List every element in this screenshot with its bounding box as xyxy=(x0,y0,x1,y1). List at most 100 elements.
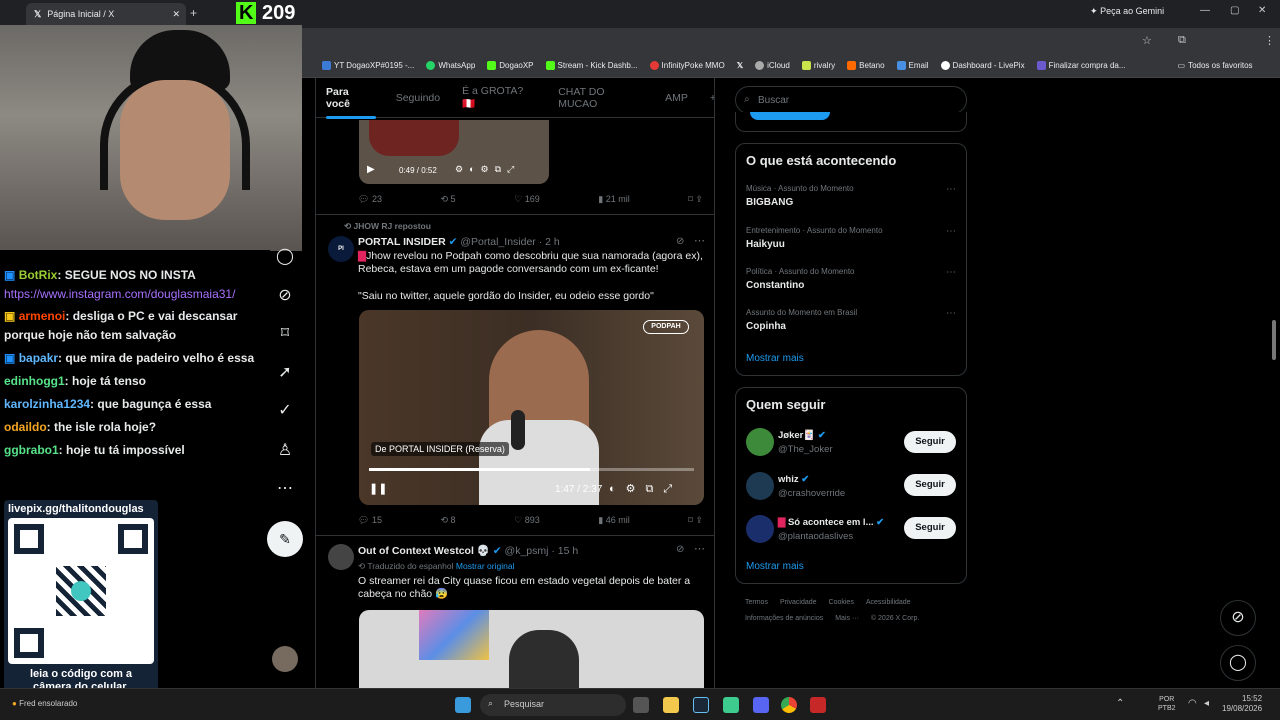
bookmark-nav-icon[interactable]: ⌑ xyxy=(275,323,295,343)
volume-icon[interactable]: ◂ xyxy=(1204,698,1209,709)
reply-button[interactable]: 💬︎ 23 xyxy=(358,194,382,205)
search-input[interactable]: ⌕ Buscar xyxy=(735,86,967,114)
footer-more[interactable]: Mais ··· xyxy=(835,615,859,622)
clock[interactable]: 15:52 19/08/2026 xyxy=(1222,694,1262,714)
bookmark-button[interactable]: ⌑ ⇪ xyxy=(688,194,703,205)
page-scrollbar[interactable] xyxy=(1272,320,1276,360)
grok-fab[interactable]: ⊘ xyxy=(1220,600,1256,636)
bookmark-item[interactable]: Finalizar compra da... xyxy=(1036,61,1126,70)
retweet-button[interactable]: ⟲ 8 xyxy=(441,515,456,526)
close-window-icon[interactable]: ✕ xyxy=(1258,5,1266,16)
video-progress-bar[interactable] xyxy=(369,468,694,471)
pause-icon[interactable]: ❚❚ xyxy=(369,482,387,495)
account-avatar[interactable] xyxy=(272,646,298,672)
bookmark-item[interactable]: Dashboard - LivePix xyxy=(940,61,1025,70)
file-explorer-icon[interactable] xyxy=(663,697,679,713)
star-icon[interactable]: ☆ xyxy=(1142,34,1152,47)
tab-community-amp[interactable]: AMP xyxy=(665,92,688,104)
trend-more-icon[interactable]: ⋯ xyxy=(946,308,956,319)
tab-for-you[interactable]: Para você xyxy=(326,86,374,110)
bookmark-item[interactable]: iCloud xyxy=(755,61,790,70)
tweet-avatar[interactable] xyxy=(328,544,354,570)
discord-icon[interactable] xyxy=(753,697,769,713)
footer-accessibility[interactable]: Acessibilidade xyxy=(866,599,911,606)
close-tab-icon[interactable]: ✕ xyxy=(172,9,180,20)
bookmark-item[interactable]: Betano xyxy=(847,61,885,70)
bookmark-item[interactable]: WhatsApp xyxy=(426,61,475,70)
footer-terms[interactable]: Termos xyxy=(745,599,768,606)
reply-button[interactable]: 💬︎ 15 xyxy=(358,515,382,526)
show-original-link[interactable]: Mostrar original xyxy=(456,561,515,571)
bookmark-item[interactable]: YT DogaoXP#0195 -... xyxy=(322,61,414,70)
new-tab-icon[interactable]: + xyxy=(190,6,197,20)
steam-icon[interactable] xyxy=(693,697,709,713)
footer-privacy[interactable]: Privacidade xyxy=(780,599,817,606)
trend-more-icon[interactable]: ⋯ xyxy=(946,267,956,278)
profile-icon[interactable]: ♙ xyxy=(275,440,295,460)
bookmark-item[interactable]: rivalry xyxy=(801,61,835,70)
maximize-icon[interactable]: ▢ xyxy=(1230,5,1239,16)
grok-action-icon[interactable]: ⊘ xyxy=(676,544,684,555)
tweet-author-name[interactable]: PORTAL INSIDER xyxy=(358,236,446,248)
app-icon[interactable] xyxy=(723,697,739,713)
follow-show-more[interactable]: Mostrar mais xyxy=(746,561,804,572)
footer-cookies[interactable]: Cookies xyxy=(829,599,854,606)
add-tab-icon[interactable]: + xyxy=(710,92,714,104)
views-button[interactable]: ▮ 21 mil xyxy=(598,194,629,205)
taskbar-search[interactable]: ⌕ Pesquisar xyxy=(480,694,626,716)
messages-icon[interactable]: ◯ xyxy=(275,246,295,266)
rocket-icon[interactable]: ➚ xyxy=(275,362,295,382)
tab-community-chat[interactable]: CHAT DO MUCAO xyxy=(558,86,643,110)
tray-chevron-icon[interactable]: ⌃ xyxy=(1116,698,1124,709)
trends-show-more[interactable]: Mostrar mais xyxy=(746,353,804,364)
browser-tab[interactable]: 𝕏 Página Inicial / X ✕ xyxy=(26,3,186,25)
tweet-author-handle[interactable]: @k_psmj · 15 h xyxy=(505,545,579,557)
bookmark-item[interactable]: Email xyxy=(896,61,929,70)
follow-button[interactable]: Seguir xyxy=(904,517,956,539)
retweet-button[interactable]: ⟲ 5 xyxy=(441,194,456,205)
grok-action-icon[interactable]: ⊘ xyxy=(676,236,684,247)
tweet-video[interactable]: ▶ 0:49 / 0:52 ⚙◐⚙⧉⤢ xyxy=(359,120,549,184)
follow-avatar[interactable] xyxy=(746,428,774,456)
trend-more-icon[interactable]: ⋯ xyxy=(946,226,956,237)
bookmark-button[interactable]: ⌑ ⇪ xyxy=(688,515,703,526)
footer-ads[interactable]: Informações de anúncios xyxy=(745,615,823,622)
address-bar[interactable]: ⧉ ☆ ⋮ xyxy=(302,28,1280,54)
tweet-video[interactable]: PODPAH De PORTAL INSIDER (Reserva) ❚❚ 1:… xyxy=(359,310,704,505)
taskview-icon[interactable] xyxy=(633,697,649,713)
messages-fab[interactable]: ◯ xyxy=(1220,645,1256,681)
like-button[interactable]: ♡ 893 xyxy=(514,515,540,526)
tweet-more-icon[interactable]: ⋯ xyxy=(694,542,705,555)
tab-community-grota[interactable]: É a GROTA? 🇵🇪 xyxy=(462,85,536,110)
minimize-icon[interactable]: — xyxy=(1200,5,1210,16)
chrome-icon[interactable] xyxy=(781,697,797,713)
tweet-author-name[interactable]: Out of Context Westcol 💀 xyxy=(358,545,490,557)
post-button[interactable]: ✎ xyxy=(267,521,303,557)
tab-following[interactable]: Seguindo xyxy=(396,92,440,104)
gemini-button[interactable]: ✦ Peça ao Gemini xyxy=(1090,6,1164,17)
follow-button[interactable]: Seguir xyxy=(904,474,956,496)
views-button[interactable]: ▮ 46 mil xyxy=(598,515,629,526)
play-icon[interactable]: ▶ xyxy=(367,164,375,175)
follow-avatar[interactable] xyxy=(746,472,774,500)
bookmark-item[interactable]: Stream - Kick Dashb... xyxy=(545,61,638,70)
verified-nav-icon[interactable]: ✓ xyxy=(275,400,295,420)
follow-button[interactable]: Seguir xyxy=(904,431,956,453)
menu-icon[interactable]: ⋮ xyxy=(1264,34,1275,47)
video-controls-icons[interactable]: ◐⚙⧉⤢ xyxy=(609,482,682,496)
chat-link[interactable]: https://www.instagram.com/douglasmaia31/ xyxy=(4,287,235,301)
tweet-media[interactable] xyxy=(359,610,704,688)
trend-more-icon[interactable]: ⋯ xyxy=(946,184,956,195)
bookmark-item[interactable]: InfinityPoke MMO xyxy=(649,61,725,70)
video-source-label[interactable]: De PORTAL INSIDER (Reserva) xyxy=(371,442,509,456)
obs-icon[interactable] xyxy=(810,697,826,713)
tweet-more-icon[interactable]: ⋯ xyxy=(694,234,705,247)
grok-icon[interactable]: ⊘ xyxy=(275,285,295,305)
tweet-author-handle[interactable]: @Portal_Insider · 2 h xyxy=(460,236,559,248)
like-button[interactable]: ♡ 169 xyxy=(514,194,540,205)
bookmark-all-folders[interactable]: ▭ Todos os favoritos xyxy=(1178,61,1253,70)
follow-avatar[interactable] xyxy=(746,515,774,543)
start-icon[interactable] xyxy=(455,697,471,713)
video-controls-icons[interactable]: ⚙◐⚙⧉⤢ xyxy=(455,164,520,175)
tweet-avatar[interactable]: PI xyxy=(328,236,354,262)
